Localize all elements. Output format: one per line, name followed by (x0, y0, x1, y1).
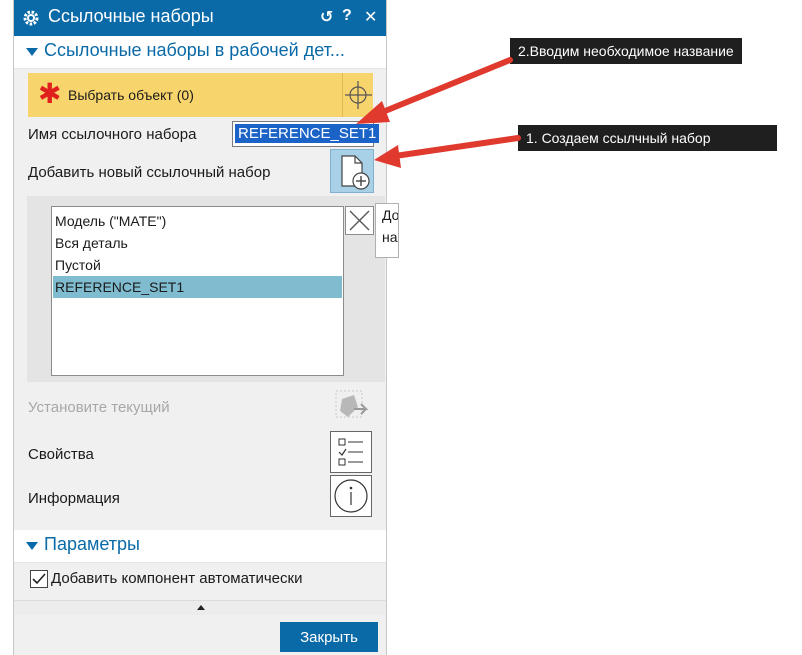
help-button[interactable]: ? (342, 7, 352, 25)
set-current-button[interactable] (330, 385, 372, 427)
gear-icon[interactable] (22, 9, 40, 27)
auto-add-component-label: Добавить компонент автоматически (51, 570, 303, 587)
list-item[interactable]: Пустой (53, 254, 342, 276)
information-button[interactable] (330, 475, 372, 517)
tooltip: До на( (375, 203, 399, 258)
auto-add-component-checkbox[interactable] (30, 570, 48, 588)
tooltip-line: на( (382, 229, 398, 245)
information-label: Информация (28, 490, 120, 507)
add-reference-set-button[interactable] (330, 149, 374, 193)
reference-set-list-panel: Модель ("MATE") Вся деталь Пустой REFERE… (27, 196, 385, 382)
reference-sets-dialog: Ссылочные наборы ↺ ? ✕ Ссылочные наборы … (13, 0, 399, 655)
section-parameters-header[interactable]: Параметры (14, 530, 386, 563)
reference-set-listbox[interactable]: Модель ("MATE") Вся деталь Пустой REFERE… (51, 206, 344, 376)
close-x-button[interactable]: ✕ (364, 7, 377, 27)
expand-up-icon (197, 605, 205, 610)
list-item[interactable]: Вся деталь (53, 232, 342, 254)
properties-button[interactable] (330, 431, 372, 473)
select-object-label: Выбрать объект (0) (68, 87, 194, 103)
required-star-icon: ✱ (38, 78, 62, 109)
reference-set-name-label: Имя ссылочного набора (28, 126, 197, 143)
select-object-row[interactable]: ✱ Выбрать объект (0) (28, 73, 373, 117)
callout-step2: 2.Вводим необходимое название (510, 38, 742, 64)
dialog-title-bar: Ссылочные наборы ↺ ? ✕ (14, 0, 386, 36)
set-current-label: Установите текущий (28, 399, 170, 416)
list-item-selected[interactable]: REFERENCE_SET1 (53, 276, 342, 298)
collapse-triangle-icon (26, 48, 38, 56)
delete-reference-set-button[interactable] (345, 206, 374, 235)
checklist-icon (338, 438, 363, 466)
close-icon (349, 210, 370, 231)
arrow-to-add-button (374, 135, 521, 168)
section-parameters-title: Параметры (44, 534, 140, 554)
crosshair-icon (345, 81, 372, 109)
reset-button[interactable]: ↺ (320, 7, 333, 27)
callout-step1: 1. Создаем ссылчный набор (518, 125, 777, 151)
crosshair-select-button[interactable] (342, 73, 374, 117)
properties-label: Свойства (28, 446, 94, 463)
checkmark-icon (32, 573, 46, 585)
reference-set-name-input[interactable]: REFERENCE_SET1 (232, 121, 380, 147)
collapse-triangle-icon (26, 542, 38, 550)
tooltip-line: До (382, 207, 399, 223)
new-document-plus-icon (341, 155, 370, 190)
list-item[interactable]: Модель ("MATE") (53, 210, 342, 232)
dialog-title: Ссылочные наборы (48, 6, 214, 26)
add-reference-set-label: Добавить новый ссылочный набор (28, 164, 271, 181)
section-reference-sets-header[interactable]: Ссылочные наборы в рабочей дет... (14, 36, 386, 69)
reference-set-name-value: REFERENCE_SET1 (235, 124, 380, 143)
footer-separator[interactable] (14, 600, 386, 615)
set-current-icon (335, 390, 369, 418)
close-button[interactable]: Закрыть (280, 622, 378, 652)
section-reference-sets-title: Ссылочные наборы в рабочей дет... (44, 40, 345, 60)
info-icon (334, 479, 368, 513)
